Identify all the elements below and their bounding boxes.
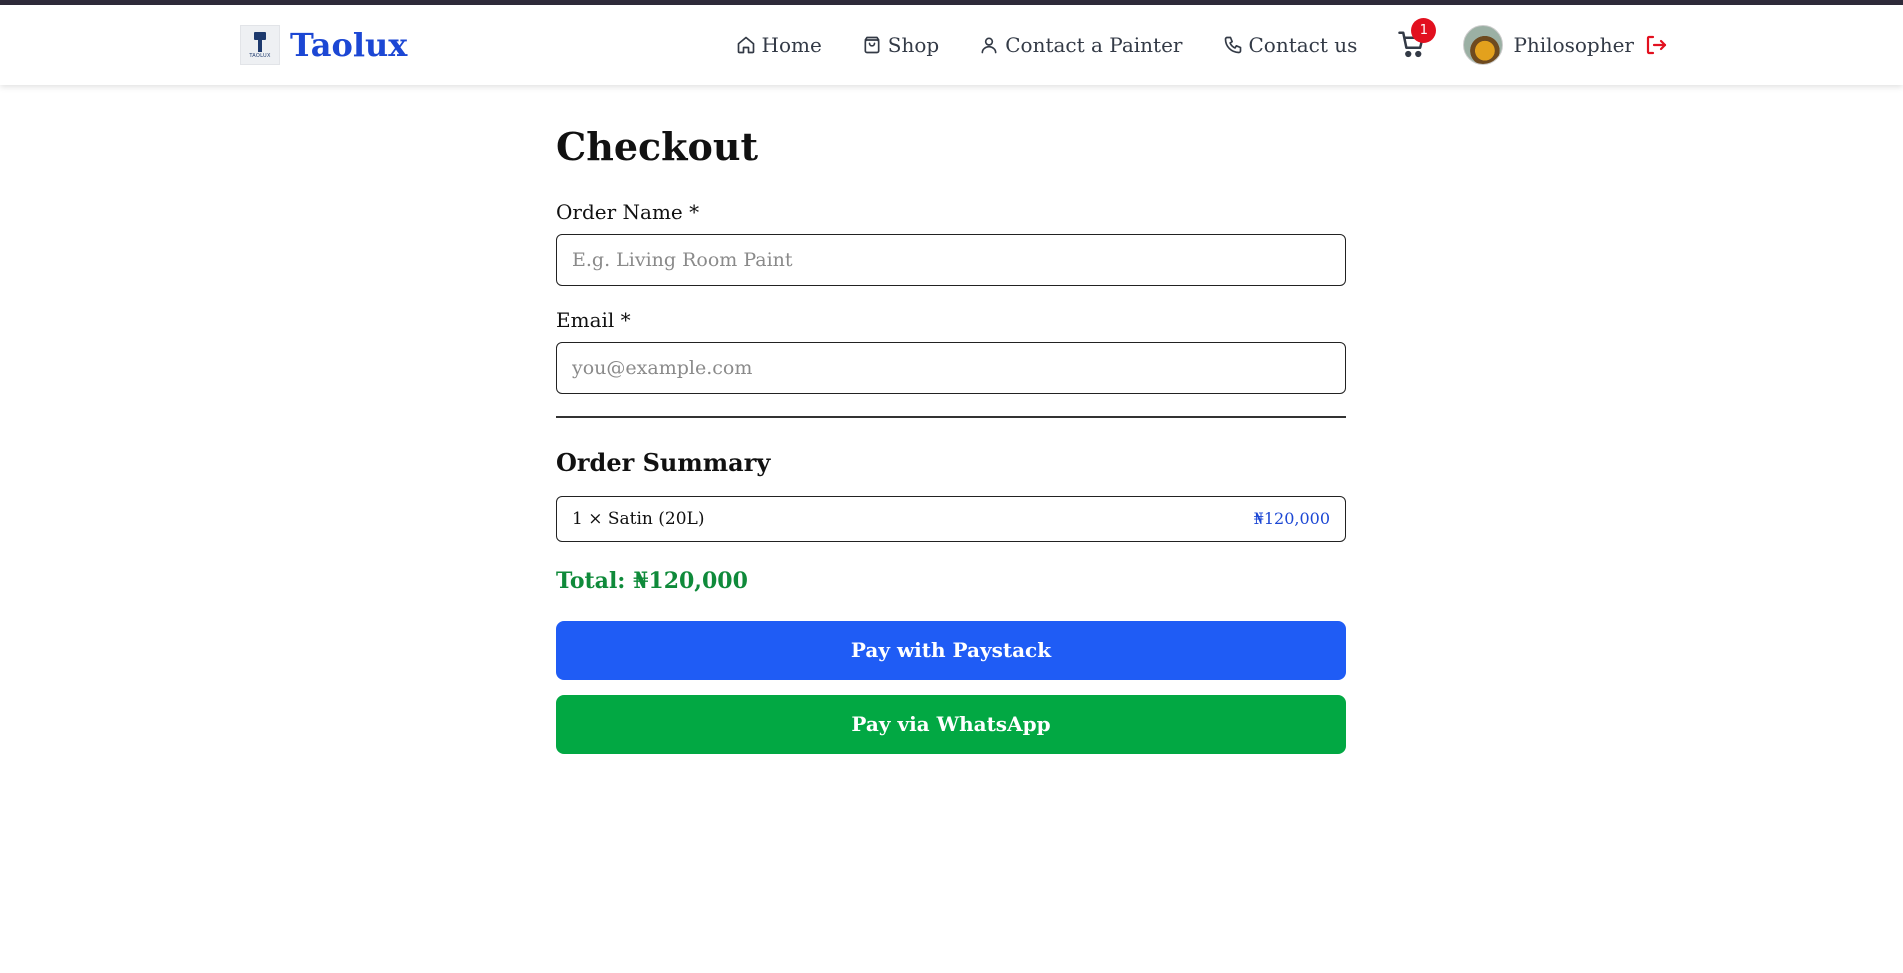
nav-contact-painter[interactable]: Contact a Painter: [979, 33, 1183, 57]
main-nav: Home Shop Contact a Painter Contact us 1…: [696, 5, 1669, 85]
order-summary-title: Order Summary: [556, 447, 771, 477]
order-name-label: Order Name *: [556, 200, 700, 224]
logo-text: TAOLUX: [249, 53, 271, 59]
logout-icon[interactable]: [1644, 33, 1668, 57]
email-input[interactable]: [556, 342, 1346, 394]
paint-brush-icon: [254, 32, 266, 40]
order-item-price: ₦120,000: [1253, 509, 1330, 528]
page-title: Checkout: [556, 124, 759, 169]
email-label: Email *: [556, 308, 631, 332]
pay-whatsapp-button[interactable]: Pay via WhatsApp: [556, 694, 1346, 754]
order-item-row: 1 × Satin (20L) ₦120,000: [556, 495, 1346, 542]
shopping-bag-icon: [864, 36, 880, 54]
nav-contact-us[interactable]: Contact us: [1223, 33, 1358, 57]
checkout-form: Checkout Order Name * Email * Order Summ…: [556, 124, 1346, 754]
cart-button[interactable]: 1: [1397, 18, 1437, 61]
nav-contact-us-label: Contact us: [1248, 33, 1358, 57]
order-total: Total: ₦120,000: [556, 567, 748, 594]
logo: TAOLUX: [240, 25, 280, 65]
avatar[interactable]: [1463, 25, 1504, 65]
pay-paystack-button[interactable]: Pay with Paystack: [556, 620, 1346, 680]
nav-home-label: Home: [761, 33, 822, 57]
user-icon: [981, 37, 997, 54]
navbar: TAOLUX Taolux Home Shop Contact a Painte…: [0, 5, 1903, 85]
home-icon: [737, 36, 754, 54]
order-item-description: 1 × Satin (20L): [572, 508, 705, 529]
user-menu[interactable]: Philosopher: [1463, 25, 1668, 65]
phone-icon: [1224, 36, 1241, 54]
brand-name: Taolux: [290, 26, 408, 64]
nav-contact-painter-label: Contact a Painter: [1005, 33, 1183, 57]
user-name: Philosopher: [1513, 33, 1634, 57]
nav-shop[interactable]: Shop: [862, 33, 939, 57]
divider: [556, 416, 1346, 418]
nav-home[interactable]: Home: [736, 33, 822, 57]
order-name-input[interactable]: [556, 234, 1346, 286]
cart-count-badge: 1: [1411, 18, 1437, 43]
brand[interactable]: TAOLUX Taolux: [240, 25, 407, 65]
nav-shop-label: Shop: [887, 33, 940, 57]
